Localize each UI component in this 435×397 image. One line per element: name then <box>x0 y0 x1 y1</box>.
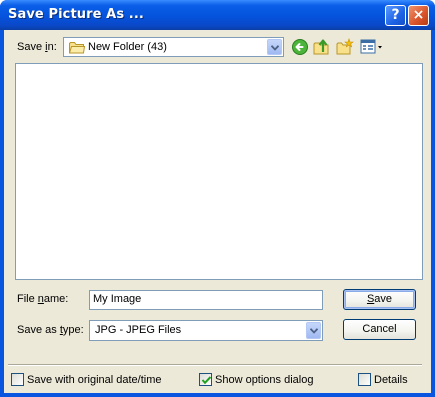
original-date-checkbox[interactable] <box>11 373 24 386</box>
window-title: Save Picture As ... <box>8 7 144 22</box>
help-button[interactable]: ? <box>385 5 406 26</box>
divider <box>8 364 422 366</box>
back-icon[interactable] <box>291 38 309 56</box>
file-name-field[interactable]: My Image <box>89 290 323 310</box>
save-in-value: New Folder (43) <box>88 41 167 53</box>
chevron-down-icon[interactable] <box>306 322 321 339</box>
checkmark-icon <box>201 376 212 385</box>
file-name-value: My Image <box>93 293 142 305</box>
save-in-dropdown[interactable]: New Folder (43) <box>63 37 284 57</box>
cancel-button[interactable]: Cancel <box>343 319 416 340</box>
save-as-type-dropdown[interactable]: JPG - JPEG Files <box>89 320 323 341</box>
save-as-type-value: JPG - JPEG Files <box>95 324 182 336</box>
up-folder-icon[interactable] <box>313 38 331 56</box>
original-date-label: Save with original date/time <box>27 374 162 386</box>
save-picture-dialog: Save Picture As ... ? × Save in: New Fol… <box>0 0 435 397</box>
details-label: Details <box>374 374 408 386</box>
dialog-body: Save in: New Folder (43) File name: My I… <box>4 30 431 393</box>
file-name-label: File name: <box>17 293 69 305</box>
file-list-view[interactable] <box>15 63 423 280</box>
close-button[interactable]: × <box>408 5 429 26</box>
chevron-down-icon[interactable] <box>267 39 282 55</box>
new-folder-icon[interactable] <box>336 38 354 56</box>
details-checkbox[interactable] <box>358 373 371 386</box>
save-as-type-label: Save as type: <box>17 324 84 336</box>
view-menu-icon[interactable] <box>360 38 384 56</box>
title-bar[interactable]: Save Picture As ... ? × <box>0 0 435 30</box>
save-button[interactable]: Save <box>343 289 416 310</box>
show-options-label: Show options dialog <box>215 374 314 386</box>
folder-icon <box>68 41 86 57</box>
show-options-checkbox[interactable] <box>199 373 212 386</box>
save-in-label: Save in: <box>17 41 57 53</box>
